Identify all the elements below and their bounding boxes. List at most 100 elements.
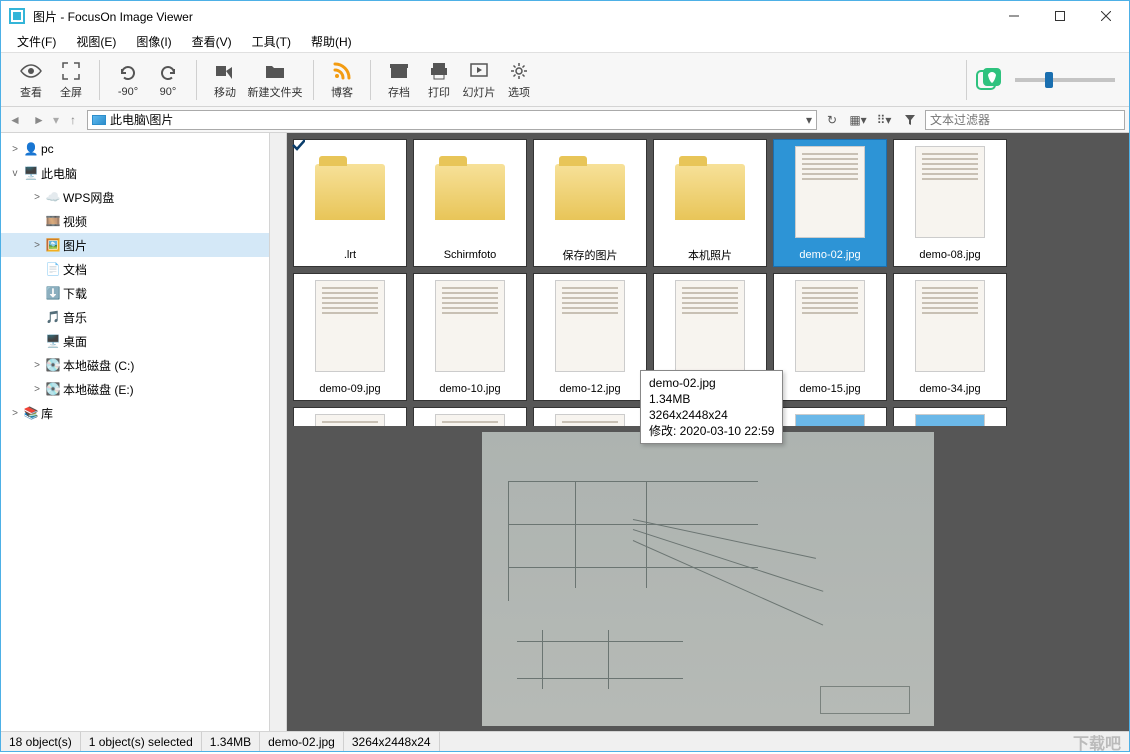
status-file: demo-02.jpg bbox=[260, 732, 344, 751]
thumbnail[interactable]: demo-42.jpg bbox=[293, 407, 407, 426]
thumbnail[interactable]: 本机照片 bbox=[653, 139, 767, 267]
window-title: 图片 - FocusOn Image Viewer bbox=[33, 8, 991, 25]
tree-item[interactable]: 🎵音乐 bbox=[1, 305, 286, 329]
thumbnail[interactable]: demo-62.jpg bbox=[533, 407, 647, 426]
tooltip-dims: 3264x2448x24 bbox=[649, 407, 774, 423]
close-button[interactable] bbox=[1083, 1, 1129, 31]
fullscreen-icon bbox=[60, 60, 82, 82]
folder-tree[interactable]: >👤pcv🖥️此电脑>☁️WPS网盘🎞️视频>🖼️图片📄文档⬇️下载🎵音乐🖥️桌… bbox=[1, 133, 287, 731]
desktop-icon: 🖥️ bbox=[45, 333, 61, 349]
nav-back-button[interactable]: ◄ bbox=[5, 110, 25, 130]
print-button[interactable]: 打印 bbox=[419, 58, 459, 102]
thumbnail[interactable]: Schirmfoto bbox=[413, 139, 527, 267]
status-selected: 1 object(s) selected bbox=[81, 732, 202, 751]
gear-icon bbox=[508, 60, 530, 82]
tree-item[interactable]: >🖼️图片 bbox=[1, 233, 286, 257]
status-bar: 18 object(s) 1 object(s) selected 1.34MB… bbox=[1, 731, 1129, 751]
tooltip-name: demo-02.jpg bbox=[649, 375, 774, 391]
thumbnail[interactable]: demo-15.jpg bbox=[773, 273, 887, 401]
preview-pane[interactable] bbox=[287, 426, 1129, 731]
tree-item[interactable]: 🖥️桌面 bbox=[1, 329, 286, 353]
menu-browse[interactable]: 查看(V) bbox=[184, 31, 240, 52]
disk-icon: 💽 bbox=[45, 381, 61, 397]
preview-image bbox=[482, 432, 934, 726]
rating-icon[interactable] bbox=[971, 66, 1007, 94]
tree-item[interactable]: >👤pc bbox=[1, 137, 286, 161]
filter-button[interactable] bbox=[899, 110, 921, 130]
folder-icon bbox=[92, 115, 106, 125]
thumbnail[interactable]: demo-09.jpg bbox=[293, 273, 407, 401]
menu-help[interactable]: 帮助(H) bbox=[303, 31, 360, 52]
thumbnail[interactable] bbox=[773, 407, 887, 426]
view-button[interactable]: 查看 bbox=[11, 58, 51, 102]
lib-icon: 📚 bbox=[23, 405, 39, 421]
nav-forward-button[interactable]: ► bbox=[29, 110, 49, 130]
status-count: 18 object(s) bbox=[1, 732, 81, 751]
filter-input[interactable] bbox=[925, 110, 1125, 130]
refresh-button[interactable]: ↻ bbox=[821, 110, 843, 130]
tree-item[interactable]: >☁️WPS网盘 bbox=[1, 185, 286, 209]
doc-icon: 📄 bbox=[45, 261, 61, 277]
thumbnail[interactable]: demo-02.jpg bbox=[773, 139, 887, 267]
thumbnail[interactable]: .lrt bbox=[293, 139, 407, 267]
tooltip: demo-02.jpg 1.34MB 3264x2448x24 修改: 2020… bbox=[640, 370, 783, 444]
menu-file[interactable]: 文件(F) bbox=[9, 31, 64, 52]
picture-icon: 🖼️ bbox=[45, 237, 61, 253]
eye-icon bbox=[20, 60, 42, 82]
rotate-ccw-button[interactable]: -90° bbox=[108, 60, 148, 100]
rotate-cw-button[interactable]: 90° bbox=[148, 60, 188, 100]
new-folder-button[interactable]: 新建文件夹 bbox=[245, 58, 305, 102]
tree-item[interactable]: >📚库 bbox=[1, 401, 286, 425]
tree-item[interactable]: >💽本地磁盘 (E:) bbox=[1, 377, 286, 401]
monitor-icon: 🖥️ bbox=[23, 165, 39, 181]
view-mode-button[interactable]: ▦▾ bbox=[847, 110, 869, 130]
slideshow-button[interactable]: 幻灯片 bbox=[459, 58, 499, 102]
archive-icon bbox=[388, 60, 410, 82]
minimize-button[interactable] bbox=[991, 1, 1037, 31]
fullscreen-button[interactable]: 全屏 bbox=[51, 58, 91, 102]
user-icon: 👤 bbox=[23, 141, 39, 157]
toolbar: 查看 全屏 -90° 90° 移动 新建文件夹 博客 存档 打印 幻灯片 选项 bbox=[1, 53, 1129, 107]
cloud-icon: ☁️ bbox=[45, 189, 61, 205]
tree-item[interactable]: ⬇️下载 bbox=[1, 281, 286, 305]
rotate-ccw-icon bbox=[117, 62, 139, 84]
tree-item[interactable]: 🎞️视频 bbox=[1, 209, 286, 233]
app-icon bbox=[9, 8, 25, 24]
status-size: 1.34MB bbox=[202, 732, 260, 751]
thumbnail[interactable] bbox=[893, 407, 1007, 426]
video-icon: 🎞️ bbox=[45, 213, 61, 229]
print-icon bbox=[428, 60, 450, 82]
archive-button[interactable]: 存档 bbox=[379, 58, 419, 102]
thumbnail[interactable]: demo-57.jpg bbox=[413, 407, 527, 426]
options-button[interactable]: 选项 bbox=[499, 58, 539, 102]
tree-item[interactable]: >💽本地磁盘 (C:) bbox=[1, 353, 286, 377]
blog-button[interactable]: 博客 bbox=[322, 58, 362, 102]
menubar: 文件(F) 视图(E) 图像(I) 查看(V) 工具(T) 帮助(H) bbox=[1, 31, 1129, 53]
nav-up-button[interactable]: ↑ bbox=[63, 110, 83, 130]
titlebar: 图片 - FocusOn Image Viewer bbox=[1, 1, 1129, 31]
thumbnail[interactable]: demo-08.jpg bbox=[893, 139, 1007, 267]
tree-item[interactable]: 📄文档 bbox=[1, 257, 286, 281]
thumbnail[interactable]: demo-34.jpg bbox=[893, 273, 1007, 401]
thumbnail[interactable]: 保存的图片 bbox=[533, 139, 647, 267]
watermark: 下载吧 bbox=[1073, 730, 1129, 754]
move-button[interactable]: 移动 bbox=[205, 58, 245, 102]
download-icon: ⬇️ bbox=[45, 285, 61, 301]
music-icon: 🎵 bbox=[45, 309, 61, 325]
thumbnail[interactable]: demo-12.jpg bbox=[533, 273, 647, 401]
maximize-button[interactable] bbox=[1037, 1, 1083, 31]
sort-button[interactable]: ⠿▾ bbox=[873, 110, 895, 130]
slideshow-icon bbox=[468, 60, 490, 82]
zoom-slider[interactable] bbox=[1015, 78, 1115, 82]
menu-image[interactable]: 图像(I) bbox=[128, 31, 179, 52]
tree-item[interactable]: v🖥️此电脑 bbox=[1, 161, 286, 185]
move-icon bbox=[214, 60, 236, 82]
menu-tools[interactable]: 工具(T) bbox=[244, 31, 299, 52]
status-dims: 3264x2448x24 bbox=[344, 732, 440, 751]
menu-view[interactable]: 视图(E) bbox=[68, 31, 124, 52]
address-input[interactable]: 此电脑\图片 ▾ bbox=[87, 110, 817, 130]
thumbnail[interactable]: demo-10.jpg bbox=[413, 273, 527, 401]
address-bar: ◄ ► ▾ ↑ 此电脑\图片 ▾ ↻ ▦▾ ⠿▾ bbox=[1, 107, 1129, 133]
tooltip-modified: 修改: 2020-03-10 22:59 bbox=[649, 423, 774, 439]
new-folder-icon bbox=[264, 60, 286, 82]
